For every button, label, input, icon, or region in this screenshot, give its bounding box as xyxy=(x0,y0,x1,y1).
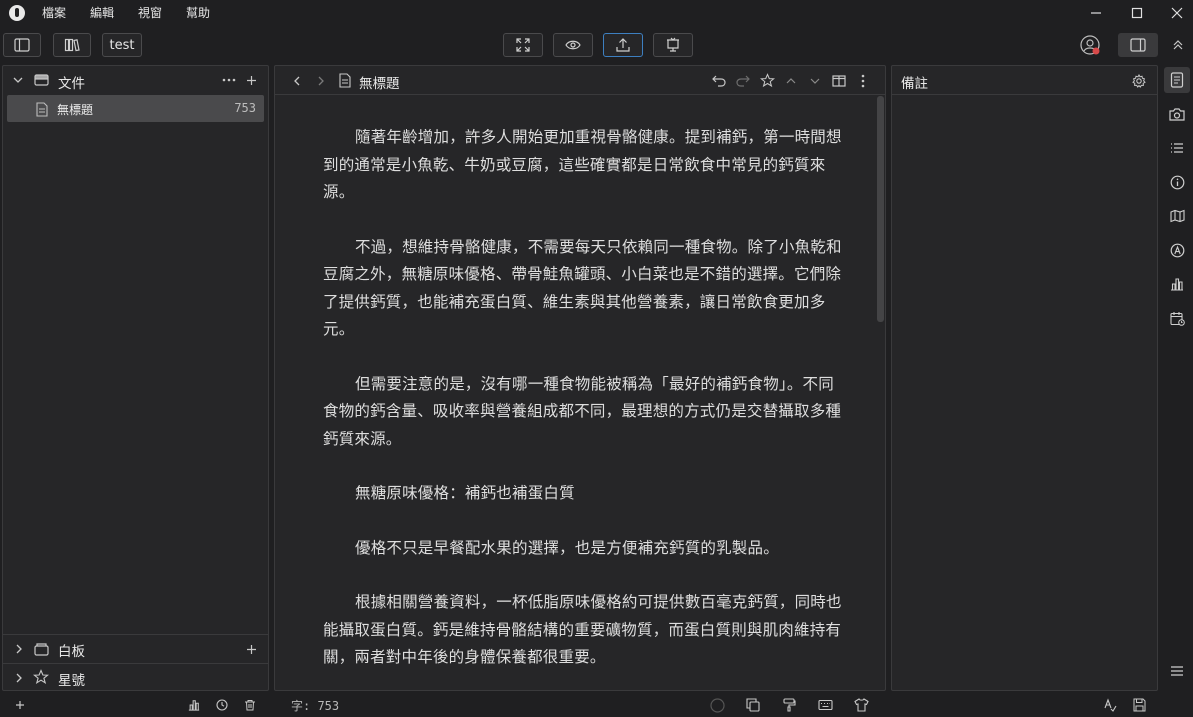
spell-check-icon[interactable] xyxy=(1102,697,1118,713)
editor-paragraph[interactable]: 無糖原味優格：補鈣也補蛋白質 xyxy=(323,480,843,508)
starred-section-header[interactable]: 星號 xyxy=(3,663,268,691)
map-icon[interactable] xyxy=(1164,203,1190,229)
chevron-up-icon[interactable] xyxy=(783,73,799,89)
add-document-icon[interactable] xyxy=(243,73,259,87)
editor-scrollbar[interactable] xyxy=(877,96,884,322)
chevron-right-icon[interactable] xyxy=(13,642,25,656)
documents-section-header[interactable]: 文件 xyxy=(3,66,268,95)
chevron-right-icon[interactable] xyxy=(13,671,25,685)
info-icon[interactable] xyxy=(1164,169,1190,195)
save-status-icon[interactable] xyxy=(1131,697,1147,713)
editor-paragraph[interactable]: 隨著年齡增加，許多人開始更加重視骨骼健康。提到補鈣，第一時間想到的通常是小魚乾、… xyxy=(323,124,843,207)
status-bar: 字: 753 xyxy=(0,693,1193,717)
undo-icon[interactable] xyxy=(711,73,727,89)
maximize-icon[interactable] xyxy=(1126,2,1148,24)
toggle-right-panel-button[interactable] xyxy=(1118,33,1158,57)
export-button[interactable] xyxy=(603,33,643,57)
theme-shirt-icon[interactable] xyxy=(853,697,869,713)
editor-paragraph[interactable]: 不過，想維持骨骼健康，不需要每天只依賴同一種食物。除了小魚乾和豆腐之外，無糖原味… xyxy=(323,234,843,344)
file-name: 無標題 xyxy=(57,103,94,117)
menu-file[interactable]: 檔案 xyxy=(42,4,66,21)
more-icon[interactable] xyxy=(221,73,237,87)
menu-window[interactable]: 視窗 xyxy=(138,4,162,21)
menu-edit[interactable]: 編輯 xyxy=(90,4,114,21)
whiteboard-icon xyxy=(33,641,49,657)
keyboard-icon[interactable] xyxy=(817,697,833,713)
add-icon[interactable] xyxy=(13,698,27,712)
editor-header: 無標題 xyxy=(275,66,885,95)
hamburger-menu-icon[interactable] xyxy=(1164,658,1190,684)
sync-status-icon[interactable] xyxy=(709,697,725,713)
camera-icon[interactable] xyxy=(1164,101,1190,127)
account-avatar[interactable] xyxy=(1079,34,1101,56)
eye-icon xyxy=(565,39,581,51)
chevron-down-icon[interactable] xyxy=(11,73,25,87)
collapse-up-icon[interactable] xyxy=(1170,37,1186,53)
sidebar-icon xyxy=(14,38,30,52)
calendar-icon[interactable] xyxy=(1164,305,1190,331)
starred-section-title: 星號 xyxy=(58,673,85,689)
focus-mode-button[interactable] xyxy=(503,33,543,57)
editor-paragraph[interactable]: 根據相關營養資料，一杯低脂原味優格約可提供數百毫克鈣質，同時也能攝取蛋白質。鈣是… xyxy=(323,589,843,672)
preview-button[interactable] xyxy=(553,33,593,57)
presentation-icon xyxy=(665,37,681,53)
file-explorer-panel: 文件 無標題 753 白板 星號 xyxy=(2,65,269,691)
trash-icon[interactable] xyxy=(243,698,257,712)
right-sidebar-icon xyxy=(1130,38,1146,52)
inbox-icon xyxy=(33,72,49,88)
title-bar: 檔案 編輯 視窗 幫助 xyxy=(0,0,1193,26)
copy-icon[interactable] xyxy=(745,697,761,713)
editor-paragraph[interactable]: 但需要注意的是，沒有哪一種食物能被稱為「最好的補鈣食物」。不同食物的鈣含量、吸收… xyxy=(323,371,843,454)
add-whiteboard-icon[interactable] xyxy=(243,642,259,656)
file-word-count: 753 xyxy=(234,101,256,115)
notes-title: 備註 xyxy=(901,76,928,92)
document-title[interactable]: 無標題 xyxy=(359,72,400,92)
gear-icon[interactable] xyxy=(1131,73,1147,89)
app-logo-icon xyxy=(9,5,25,21)
chevron-down-icon[interactable] xyxy=(807,73,823,89)
toggle-sidebar-button[interactable] xyxy=(3,33,41,57)
paint-roller-icon[interactable] xyxy=(781,697,797,713)
minimize-icon[interactable] xyxy=(1085,2,1107,24)
close-icon[interactable] xyxy=(1166,2,1188,24)
documents-section-title: 文件 xyxy=(58,76,85,92)
notes-panel: 備註 xyxy=(891,65,1158,691)
document-icon xyxy=(35,101,49,117)
notes-icon[interactable] xyxy=(1164,67,1190,93)
ai-assistant-icon[interactable] xyxy=(1164,237,1190,263)
star-icon[interactable] xyxy=(759,72,775,88)
tab-test-label: test xyxy=(109,37,135,53)
more-vertical-icon[interactable] xyxy=(855,73,871,89)
tab-test[interactable]: test xyxy=(102,33,142,57)
forward-icon[interactable] xyxy=(315,74,327,88)
editor-content[interactable]: 隨著年齡增加，許多人開始更加重視骨骼健康。提到補鈣，第一時間想到的通常是小魚乾、… xyxy=(323,124,843,699)
statistics-icon[interactable] xyxy=(1164,271,1190,297)
notes-header: 備註 xyxy=(892,66,1157,95)
library-button[interactable] xyxy=(53,33,91,57)
right-rail xyxy=(1161,65,1193,691)
star-icon xyxy=(33,669,49,685)
back-icon[interactable] xyxy=(291,74,303,88)
clock-icon[interactable] xyxy=(215,698,229,712)
user-icon xyxy=(1079,34,1101,56)
whiteboard-section-header[interactable]: 白板 xyxy=(3,634,268,662)
expand-icon xyxy=(515,37,531,53)
redo-icon[interactable] xyxy=(735,73,751,89)
outline-icon[interactable] xyxy=(1164,135,1190,161)
upload-icon xyxy=(615,37,631,53)
whiteboard-section-title: 白板 xyxy=(58,644,85,660)
stats-icon[interactable] xyxy=(187,698,201,712)
presentation-button[interactable] xyxy=(653,33,693,57)
document-icon xyxy=(338,72,352,88)
split-view-icon[interactable] xyxy=(831,73,847,89)
library-icon xyxy=(64,38,80,52)
file-list-item[interactable]: 無標題 753 xyxy=(7,95,264,122)
editor-paragraph[interactable]: 優格不只是早餐配水果的選擇，也是方便補充鈣質的乳製品。 xyxy=(323,535,843,563)
word-count: 字: 753 xyxy=(291,699,340,713)
editor-panel: 無標題 隨著年齡增加，許多人開始更加重視骨骼健康。提到補鈣，第一時間想到的通常是… xyxy=(274,65,886,691)
menu-help[interactable]: 幫助 xyxy=(186,4,210,21)
